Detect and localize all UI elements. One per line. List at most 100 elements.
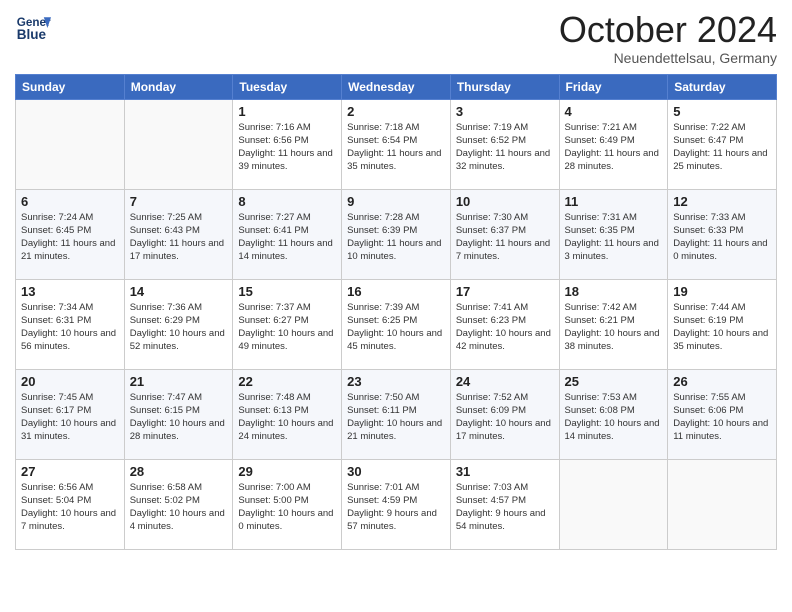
- day-info: Sunrise: 7:28 AM Sunset: 6:39 PM Dayligh…: [347, 211, 445, 264]
- day-number: 7: [130, 194, 228, 209]
- day-number: 8: [238, 194, 336, 209]
- calendar-cell: 30Sunrise: 7:01 AM Sunset: 4:59 PM Dayli…: [342, 459, 451, 549]
- day-number: 2: [347, 104, 445, 119]
- col-saturday: Saturday: [668, 74, 777, 99]
- day-number: 3: [456, 104, 554, 119]
- day-number: 19: [673, 284, 771, 299]
- day-number: 15: [238, 284, 336, 299]
- day-info: Sunrise: 7:48 AM Sunset: 6:13 PM Dayligh…: [238, 391, 336, 444]
- day-number: 1: [238, 104, 336, 119]
- calendar-cell: 1 Sunrise: 7:16 AM Sunset: 6:56 PM Daylig…: [233, 99, 342, 189]
- day-number: 14: [130, 284, 228, 299]
- day-info: Sunrise: 7:42 AM Sunset: 6:21 PM Dayligh…: [565, 301, 663, 354]
- day-info: Sunrise: 7:33 AM Sunset: 6:33 PM Dayligh…: [673, 211, 771, 264]
- day-info: Sunrise: 7:50 AM Sunset: 6:11 PM Dayligh…: [347, 391, 445, 444]
- calendar-week-2: 13Sunrise: 7:34 AM Sunset: 6:31 PM Dayli…: [16, 279, 777, 369]
- day-info: Sunrise: 7:27 AM Sunset: 6:41 PM Dayligh…: [238, 211, 336, 264]
- day-number: 21: [130, 374, 228, 389]
- calendar-cell: 25Sunrise: 7:53 AM Sunset: 6:08 PM Dayli…: [559, 369, 668, 459]
- day-info: Sunrise: 7:16 AM Sunset: 6:56 PM Dayligh…: [238, 121, 336, 174]
- svg-text:Blue: Blue: [17, 27, 47, 42]
- calendar-header-row: Sunday Monday Tuesday Wednesday Thursday…: [16, 74, 777, 99]
- day-number: 17: [456, 284, 554, 299]
- calendar-cell: 26 Sunrise: 7:55 AM Sunset: 6:06 PM Dayli…: [668, 369, 777, 459]
- day-info: Sunrise: 7:25 AM Sunset: 6:43 PM Dayligh…: [130, 211, 228, 264]
- col-wednesday: Wednesday: [342, 74, 451, 99]
- calendar-cell: 13Sunrise: 7:34 AM Sunset: 6:31 PM Dayli…: [16, 279, 125, 369]
- day-info: Sunrise: 7:22 AM Sunset: 6:47 PM Dayligh…: [673, 121, 771, 174]
- calendar-cell: [559, 459, 668, 549]
- calendar-cell: 19 Sunrise: 7:44 AM Sunset: 6:19 PM Dayli…: [668, 279, 777, 369]
- logo: General Blue: [15, 10, 51, 46]
- day-number: 18: [565, 284, 663, 299]
- col-thursday: Thursday: [450, 74, 559, 99]
- calendar-cell: 18 Sunrise: 7:42 AM Sunset: 6:21 PM Dayli…: [559, 279, 668, 369]
- day-info: Sunrise: 7:03 AM Sunset: 4:57 PM Dayligh…: [456, 481, 554, 534]
- calendar-cell: 28 Sunrise: 6:58 AM Sunset: 5:02 PM Dayli…: [124, 459, 233, 549]
- day-info: Sunrise: 7:47 AM Sunset: 6:15 PM Dayligh…: [130, 391, 228, 444]
- col-friday: Friday: [559, 74, 668, 99]
- day-number: 28: [130, 464, 228, 479]
- calendar-cell: 6Sunrise: 7:24 AM Sunset: 6:45 PM Daylig…: [16, 189, 125, 279]
- calendar-cell: 22 Sunrise: 7:48 AM Sunset: 6:13 PM Dayli…: [233, 369, 342, 459]
- day-number: 27: [21, 464, 119, 479]
- calendar-cell: 11Sunrise: 7:31 AM Sunset: 6:35 PM Dayli…: [559, 189, 668, 279]
- calendar-cell: 3 Sunrise: 7:19 AM Sunset: 6:52 PM Daylig…: [450, 99, 559, 189]
- day-info: Sunrise: 7:36 AM Sunset: 6:29 PM Dayligh…: [130, 301, 228, 354]
- day-number: 31: [456, 464, 554, 479]
- calendar-cell: 12 Sunrise: 7:33 AM Sunset: 6:33 PM Dayli…: [668, 189, 777, 279]
- day-number: 25: [565, 374, 663, 389]
- calendar-cell: 27 Sunrise: 6:56 AM Sunset: 5:04 PM Dayli…: [16, 459, 125, 549]
- day-number: 24: [456, 374, 554, 389]
- calendar-cell: 23 Sunrise: 7:50 AM Sunset: 6:11 PM Dayli…: [342, 369, 451, 459]
- calendar: Sunday Monday Tuesday Wednesday Thursday…: [15, 74, 777, 550]
- day-info: Sunrise: 7:19 AM Sunset: 6:52 PM Dayligh…: [456, 121, 554, 174]
- day-number: 10: [456, 194, 554, 209]
- calendar-cell: 20 Sunrise: 7:45 AM Sunset: 6:17 PM Dayli…: [16, 369, 125, 459]
- logo-icon: General Blue: [15, 10, 51, 46]
- calendar-cell: 9 Sunrise: 7:28 AM Sunset: 6:39 PM Daylig…: [342, 189, 451, 279]
- col-monday: Monday: [124, 74, 233, 99]
- calendar-cell: 24 Sunrise: 7:52 AM Sunset: 6:09 PM Dayli…: [450, 369, 559, 459]
- calendar-week-4: 27 Sunrise: 6:56 AM Sunset: 5:04 PM Dayli…: [16, 459, 777, 549]
- day-number: 13: [21, 284, 119, 299]
- day-number: 11: [565, 194, 663, 209]
- day-number: 9: [347, 194, 445, 209]
- calendar-cell: 5Sunrise: 7:22 AM Sunset: 6:47 PM Daylig…: [668, 99, 777, 189]
- day-number: 20: [21, 374, 119, 389]
- calendar-cell: 10 Sunrise: 7:30 AM Sunset: 6:37 PM Dayli…: [450, 189, 559, 279]
- calendar-cell: 2 Sunrise: 7:18 AM Sunset: 6:54 PM Daylig…: [342, 99, 451, 189]
- day-info: Sunrise: 6:56 AM Sunset: 5:04 PM Dayligh…: [21, 481, 119, 534]
- calendar-cell: [16, 99, 125, 189]
- header: General Blue October 2024 Neuendettelsau…: [15, 10, 777, 66]
- day-info: Sunrise: 7:24 AM Sunset: 6:45 PM Dayligh…: [21, 211, 119, 264]
- day-info: Sunrise: 7:00 AM Sunset: 5:00 PM Dayligh…: [238, 481, 336, 534]
- day-number: 22: [238, 374, 336, 389]
- calendar-cell: 16Sunrise: 7:39 AM Sunset: 6:25 PM Dayli…: [342, 279, 451, 369]
- day-info: Sunrise: 7:52 AM Sunset: 6:09 PM Dayligh…: [456, 391, 554, 444]
- day-info: Sunrise: 7:30 AM Sunset: 6:37 PM Dayligh…: [456, 211, 554, 264]
- calendar-cell: 21 Sunrise: 7:47 AM Sunset: 6:15 PM Dayli…: [124, 369, 233, 459]
- calendar-cell: 31 Sunrise: 7:03 AM Sunset: 4:57 PM Dayli…: [450, 459, 559, 549]
- day-info: Sunrise: 7:55 AM Sunset: 6:06 PM Dayligh…: [673, 391, 771, 444]
- day-info: Sunrise: 7:41 AM Sunset: 6:23 PM Dayligh…: [456, 301, 554, 354]
- calendar-cell: [124, 99, 233, 189]
- month-title: October 2024: [559, 10, 777, 50]
- day-info: Sunrise: 6:58 AM Sunset: 5:02 PM Dayligh…: [130, 481, 228, 534]
- day-info: Sunrise: 7:44 AM Sunset: 6:19 PM Dayligh…: [673, 301, 771, 354]
- calendar-cell: 14 Sunrise: 7:36 AM Sunset: 6:29 PM Dayli…: [124, 279, 233, 369]
- day-number: 23: [347, 374, 445, 389]
- page: General Blue October 2024 Neuendettelsau…: [0, 0, 792, 612]
- day-number: 12: [673, 194, 771, 209]
- day-info: Sunrise: 7:45 AM Sunset: 6:17 PM Dayligh…: [21, 391, 119, 444]
- calendar-cell: 29Sunrise: 7:00 AM Sunset: 5:00 PM Dayli…: [233, 459, 342, 549]
- calendar-week-3: 20 Sunrise: 7:45 AM Sunset: 6:17 PM Dayli…: [16, 369, 777, 459]
- day-info: Sunrise: 7:18 AM Sunset: 6:54 PM Dayligh…: [347, 121, 445, 174]
- day-number: 30: [347, 464, 445, 479]
- day-number: 26: [673, 374, 771, 389]
- calendar-cell: 8 Sunrise: 7:27 AM Sunset: 6:41 PM Daylig…: [233, 189, 342, 279]
- calendar-cell: 7 Sunrise: 7:25 AM Sunset: 6:43 PM Daylig…: [124, 189, 233, 279]
- col-tuesday: Tuesday: [233, 74, 342, 99]
- title-area: October 2024 Neuendettelsau, Germany: [559, 10, 777, 66]
- day-info: Sunrise: 7:21 AM Sunset: 6:49 PM Dayligh…: [565, 121, 663, 174]
